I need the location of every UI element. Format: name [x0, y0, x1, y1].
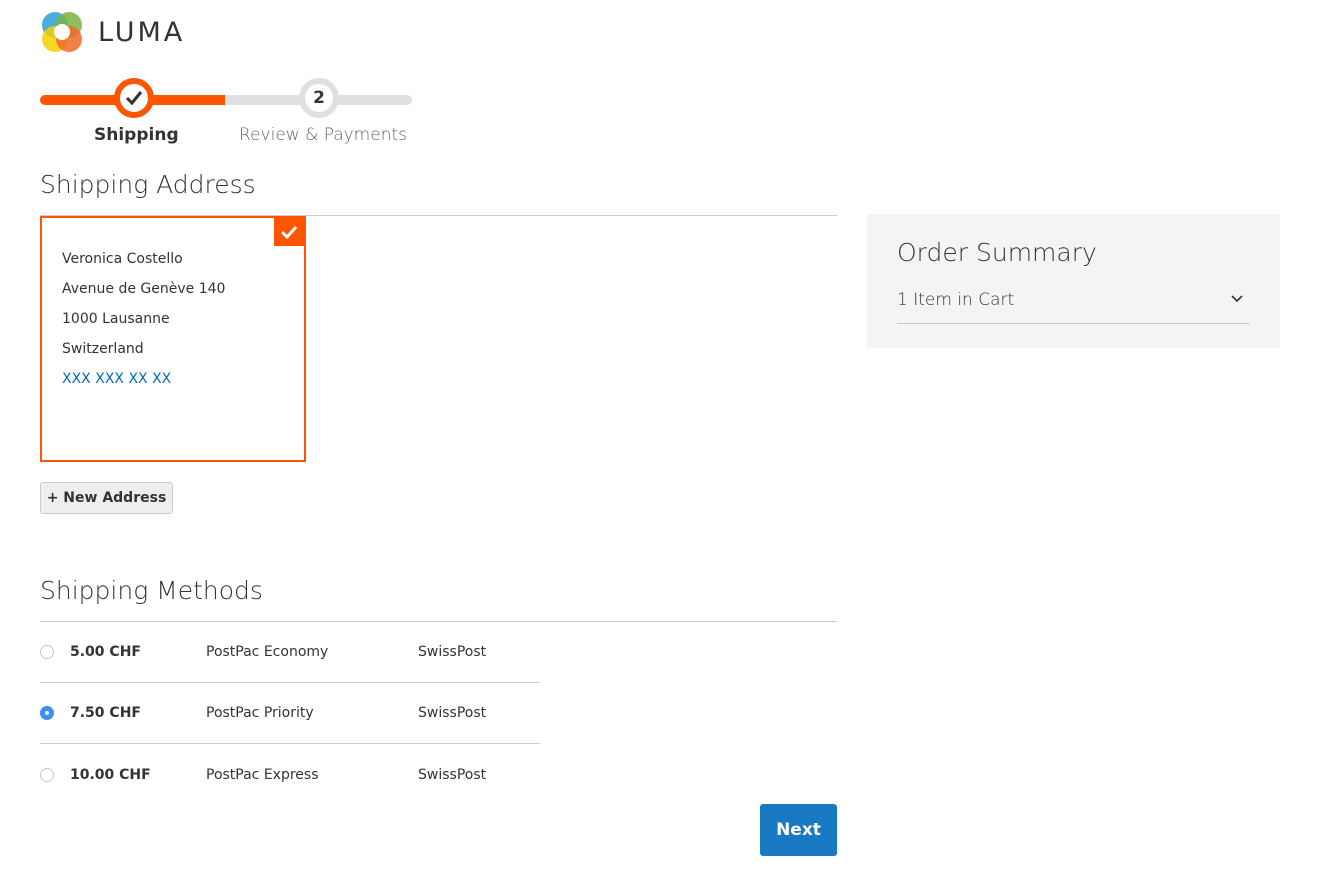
selected-badge — [274, 218, 304, 246]
address-phone-link[interactable]: XXX XXX XX XX — [62, 364, 225, 394]
brand-name: LUMA — [98, 16, 186, 48]
items-in-cart-toggle[interactable]: 1 Item in Cart — [897, 290, 1250, 324]
method-price: 7.50 CHF — [70, 705, 141, 721]
checkmark-icon — [125, 91, 143, 106]
shipping-address-title: Shipping Address — [40, 170, 256, 199]
method-carrier: SwissPost — [418, 705, 487, 721]
shipping-method-row[interactable]: 5.00 CHF PostPac Economy SwissPost — [40, 622, 540, 683]
next-button[interactable]: Next — [760, 804, 837, 856]
order-summary-panel: Order Summary 1 Item in Cart — [867, 214, 1280, 348]
method-price: 10.00 CHF — [70, 766, 151, 783]
address-street: Avenue de Genève 140 — [62, 281, 226, 297]
step-shipping-label[interactable]: Shipping — [94, 125, 179, 145]
address-country: Switzerland — [62, 341, 144, 357]
step-review-indicator[interactable]: 2 — [299, 78, 339, 118]
step-number: 2 — [313, 88, 325, 108]
address-city: 1000 Lausanne — [62, 311, 170, 327]
shipping-methods-table: 5.00 CHF PostPac Economy SwissPost 7.50 … — [40, 622, 540, 805]
shipping-methods-title: Shipping Methods — [40, 576, 263, 605]
shipping-method-radio[interactable] — [40, 767, 54, 782]
checkmark-icon — [280, 225, 298, 239]
selected-address-card[interactable]: Veronica Costello Avenue de Genève 140 1… — [40, 216, 306, 462]
luma-logo[interactable]: LUMA — [40, 10, 185, 54]
method-carrier: SwissPost — [418, 766, 487, 783]
shipping-method-row[interactable]: 7.50 CHF PostPac Priority SwissPost — [40, 683, 540, 744]
method-price: 5.00 CHF — [70, 644, 141, 660]
shipping-method-radio[interactable] — [40, 706, 54, 720]
shipping-method-row[interactable]: 10.00 CHF PostPac Express SwissPost — [40, 744, 540, 805]
method-name: PostPac Express — [206, 766, 319, 783]
luma-logo-icon — [42, 12, 82, 52]
method-name: PostPac Economy — [206, 644, 329, 660]
method-name: PostPac Priority — [206, 705, 314, 721]
shipping-method-radio[interactable] — [40, 645, 54, 659]
order-summary-title: Order Summary — [897, 238, 1097, 267]
items-in-cart-label: 1 Item in Cart — [897, 290, 1015, 310]
step-shipping-indicator[interactable] — [114, 78, 154, 118]
checkout-progress-bar: 2 Shipping Review & Payments — [40, 78, 412, 148]
address-name: Veronica Costello — [62, 251, 183, 267]
method-carrier: SwissPost — [418, 644, 487, 660]
chevron-down-icon — [1231, 295, 1243, 303]
new-address-button[interactable]: + New Address — [40, 482, 173, 514]
step-review-label[interactable]: Review & Payments — [239, 125, 407, 145]
